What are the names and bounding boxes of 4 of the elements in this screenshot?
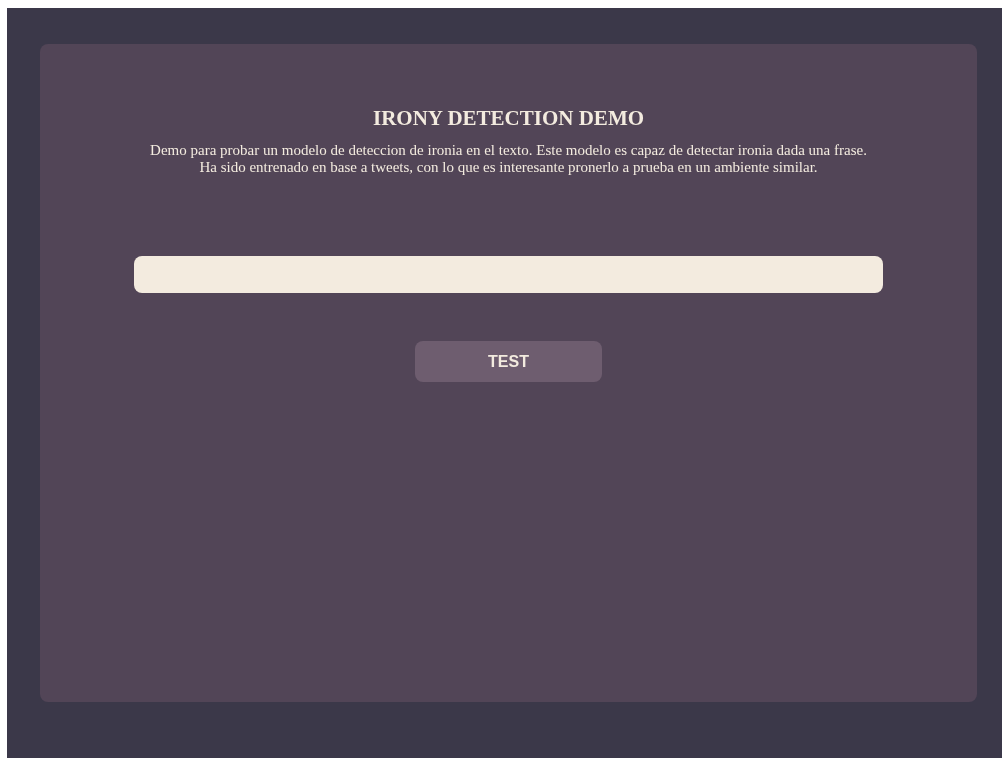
- description-text: Demo para probar un modelo de deteccion de ironia en el texto. Este modelo es capaz de detectar ironia dada una frase. Ha sido entrenado en base a tweets, con lo que es interesante pronerlo a prueba en un ambiente similar.: [149, 142, 868, 176]
- input-field[interactable]: [134, 256, 883, 293]
- page-title: IRONY DETECTION DEMO: [372, 106, 645, 130]
- test-button[interactable]: TEST: [415, 341, 602, 382]
